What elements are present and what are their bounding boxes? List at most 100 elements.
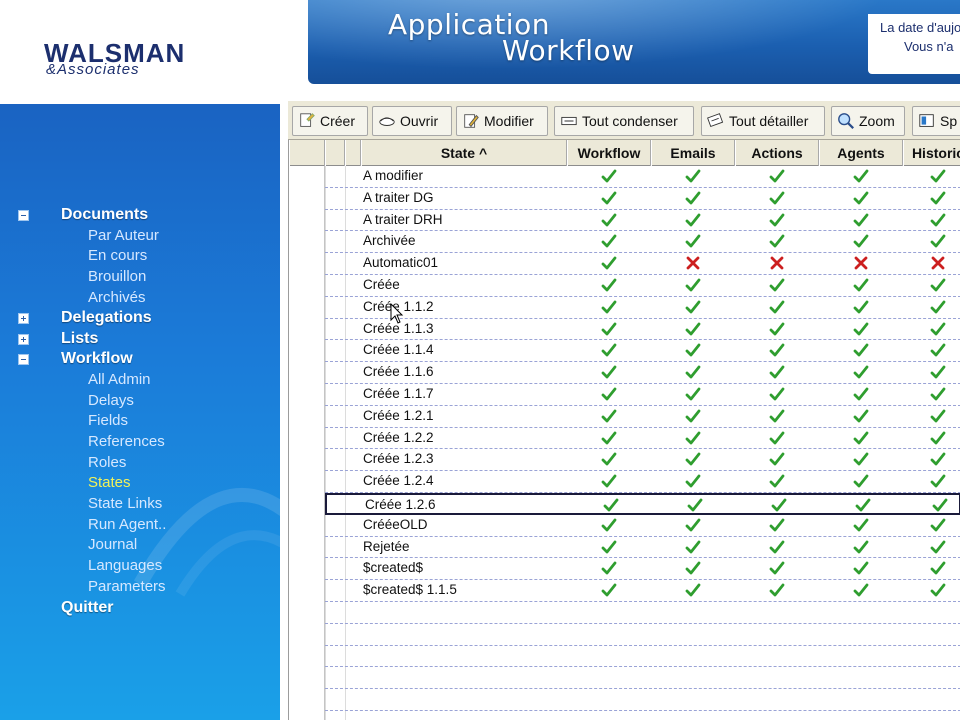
column-header-historic[interactable]: Historic bbox=[903, 140, 960, 166]
table-row[interactable]: CrééeOLD bbox=[325, 515, 960, 537]
sidebar-subitem-delays[interactable]: Delays bbox=[88, 392, 134, 409]
table-row[interactable]: Créée 1.2.2 bbox=[325, 428, 960, 450]
check-icon bbox=[687, 497, 703, 513]
table-row[interactable]: A traiter DRH bbox=[325, 210, 960, 232]
check-icon bbox=[769, 190, 785, 206]
table-row[interactable]: $created$ bbox=[325, 558, 960, 581]
ouvrir-button[interactable]: Ouvrir bbox=[372, 106, 452, 136]
table-row[interactable]: Créée 1.1.2 bbox=[325, 297, 960, 319]
check-icon bbox=[930, 190, 946, 206]
expand-icon[interactable] bbox=[18, 333, 29, 345]
column-header-actions[interactable]: Actions bbox=[735, 140, 819, 166]
check-icon bbox=[601, 321, 617, 337]
table-row[interactable]: Créée 1.2.4 bbox=[325, 471, 960, 493]
column-header-agents[interactable]: Agents bbox=[819, 140, 903, 166]
state-cell: A modifier bbox=[363, 168, 424, 183]
user-line: Vous n'a bbox=[904, 39, 954, 54]
check-icon bbox=[601, 539, 617, 555]
check-icon bbox=[930, 473, 946, 489]
check-icon bbox=[769, 386, 785, 402]
state-cell: Créée 1.2.4 bbox=[363, 473, 434, 489]
sidebar-subitem-states[interactable]: States bbox=[88, 474, 131, 491]
sidebar-item-workflow[interactable]: Workflow bbox=[61, 350, 133, 368]
table-row[interactable]: A traiter DG bbox=[325, 188, 960, 210]
sidebar-subitem-parameters[interactable]: Parameters bbox=[88, 578, 166, 595]
check-icon bbox=[853, 386, 869, 402]
collapse-icon[interactable] bbox=[18, 354, 29, 366]
expand-icon[interactable] bbox=[18, 313, 29, 325]
state-cell: A traiter DG bbox=[363, 189, 434, 205]
sidebar-item-documents[interactable]: Documents bbox=[61, 206, 148, 224]
check-icon bbox=[930, 451, 946, 467]
table-row[interactable]: Créée 1.1.6 bbox=[325, 362, 960, 384]
check-icon bbox=[769, 582, 785, 598]
check-icon bbox=[601, 408, 617, 424]
empty-row bbox=[325, 624, 960, 646]
check-icon bbox=[601, 342, 617, 358]
column-header-state[interactable]: State ^ bbox=[361, 140, 567, 166]
check-icon bbox=[601, 517, 617, 533]
check-icon bbox=[769, 168, 785, 184]
zoom-button[interactable]: Zoom bbox=[831, 106, 905, 136]
check-icon bbox=[769, 277, 785, 293]
sidebar-subitem-en-cours[interactable]: En cours bbox=[88, 247, 147, 264]
table-row[interactable]: Créée 1.1.3 bbox=[325, 319, 960, 341]
check-icon bbox=[930, 321, 946, 337]
sidebar-subitem-brouillon[interactable]: Brouillon bbox=[88, 268, 146, 285]
sidebar-subitem-all-admin[interactable]: All Admin bbox=[88, 371, 151, 388]
check-icon bbox=[853, 233, 869, 249]
toolbar: Créer Ouvrir Modifier Tout condenser Tout dé… bbox=[288, 100, 960, 140]
sp-button[interactable]: Sp bbox=[912, 106, 960, 136]
table-row[interactable]: Rejetée bbox=[325, 537, 960, 559]
check-icon bbox=[601, 190, 617, 206]
cr-er-button[interactable]: Créer bbox=[292, 106, 368, 136]
check-icon bbox=[853, 212, 869, 228]
sidebar-subitem-run-agent[interactable]: Run Agent.. bbox=[88, 516, 166, 533]
table-row[interactable]: Créée 1.1.7 bbox=[325, 384, 960, 406]
table-row[interactable]: A modifier bbox=[325, 166, 960, 188]
sidebar-subitem-par-auteur[interactable]: Par Auteur bbox=[88, 227, 159, 244]
sidebar-nav: Documents Par Auteur En cours Brouillon Arch… bbox=[0, 104, 280, 720]
check-icon bbox=[769, 473, 785, 489]
table-row[interactable]: Créée 1.2.1 bbox=[325, 406, 960, 428]
table-row[interactable]: $created$ 1.1.5 bbox=[325, 580, 960, 602]
column-header-workflow[interactable]: Workflow bbox=[567, 140, 651, 166]
table-row[interactable]: Archivée bbox=[325, 231, 960, 254]
sidebar-subitem-state-links[interactable]: State Links bbox=[88, 495, 162, 512]
sidebar-subitem-fields[interactable]: Fields bbox=[88, 412, 128, 429]
sidebar-subitem-roles[interactable]: Roles bbox=[88, 454, 126, 471]
sidebar-subitem-journal[interactable]: Journal bbox=[88, 536, 137, 553]
collapse-icon[interactable] bbox=[18, 210, 29, 221]
check-icon bbox=[930, 342, 946, 358]
check-icon bbox=[853, 560, 869, 576]
check-icon bbox=[930, 168, 946, 184]
check-icon bbox=[685, 321, 701, 337]
table-row[interactable]: Créée 1.2.3 bbox=[325, 449, 960, 472]
check-icon bbox=[685, 233, 701, 249]
sidebar-item-lists[interactable]: Lists bbox=[61, 330, 98, 348]
table-row[interactable]: Créée 1.2.6 bbox=[325, 493, 960, 515]
check-icon bbox=[769, 321, 785, 337]
sidebar-item-delegations[interactable]: Delegations bbox=[61, 309, 152, 327]
check-icon bbox=[601, 233, 617, 249]
modifier-button[interactable]: Modifier bbox=[456, 106, 548, 136]
check-icon bbox=[685, 299, 701, 315]
tout-d-tailler-button[interactable]: Tout détailler bbox=[701, 106, 825, 136]
state-cell: Créée 1.2.1 bbox=[363, 407, 434, 423]
sidebar-item-quitter[interactable]: Quitter bbox=[61, 599, 113, 617]
zoom-icon bbox=[836, 111, 856, 131]
tout-condenser-button[interactable]: Tout condenser bbox=[554, 106, 694, 136]
column-header-emails[interactable]: Emails bbox=[651, 140, 735, 166]
table-row[interactable]: Automatic01 bbox=[325, 253, 960, 275]
sidebar-subitem-references[interactable]: References bbox=[88, 433, 165, 450]
check-icon bbox=[930, 233, 946, 249]
header-banner: Application Workflow La date d'aujo Vous… bbox=[308, 0, 960, 84]
check-icon bbox=[685, 539, 701, 555]
check-icon bbox=[769, 408, 785, 424]
table-row[interactable]: Créée bbox=[325, 275, 960, 297]
check-icon bbox=[601, 364, 617, 380]
sidebar-subitem-archiv-s[interactable]: Archivés bbox=[88, 289, 146, 306]
state-cell: A traiter DRH bbox=[363, 211, 443, 227]
sidebar-subitem-languages[interactable]: Languages bbox=[88, 557, 162, 574]
table-row[interactable]: Créée 1.1.4 bbox=[325, 340, 960, 363]
